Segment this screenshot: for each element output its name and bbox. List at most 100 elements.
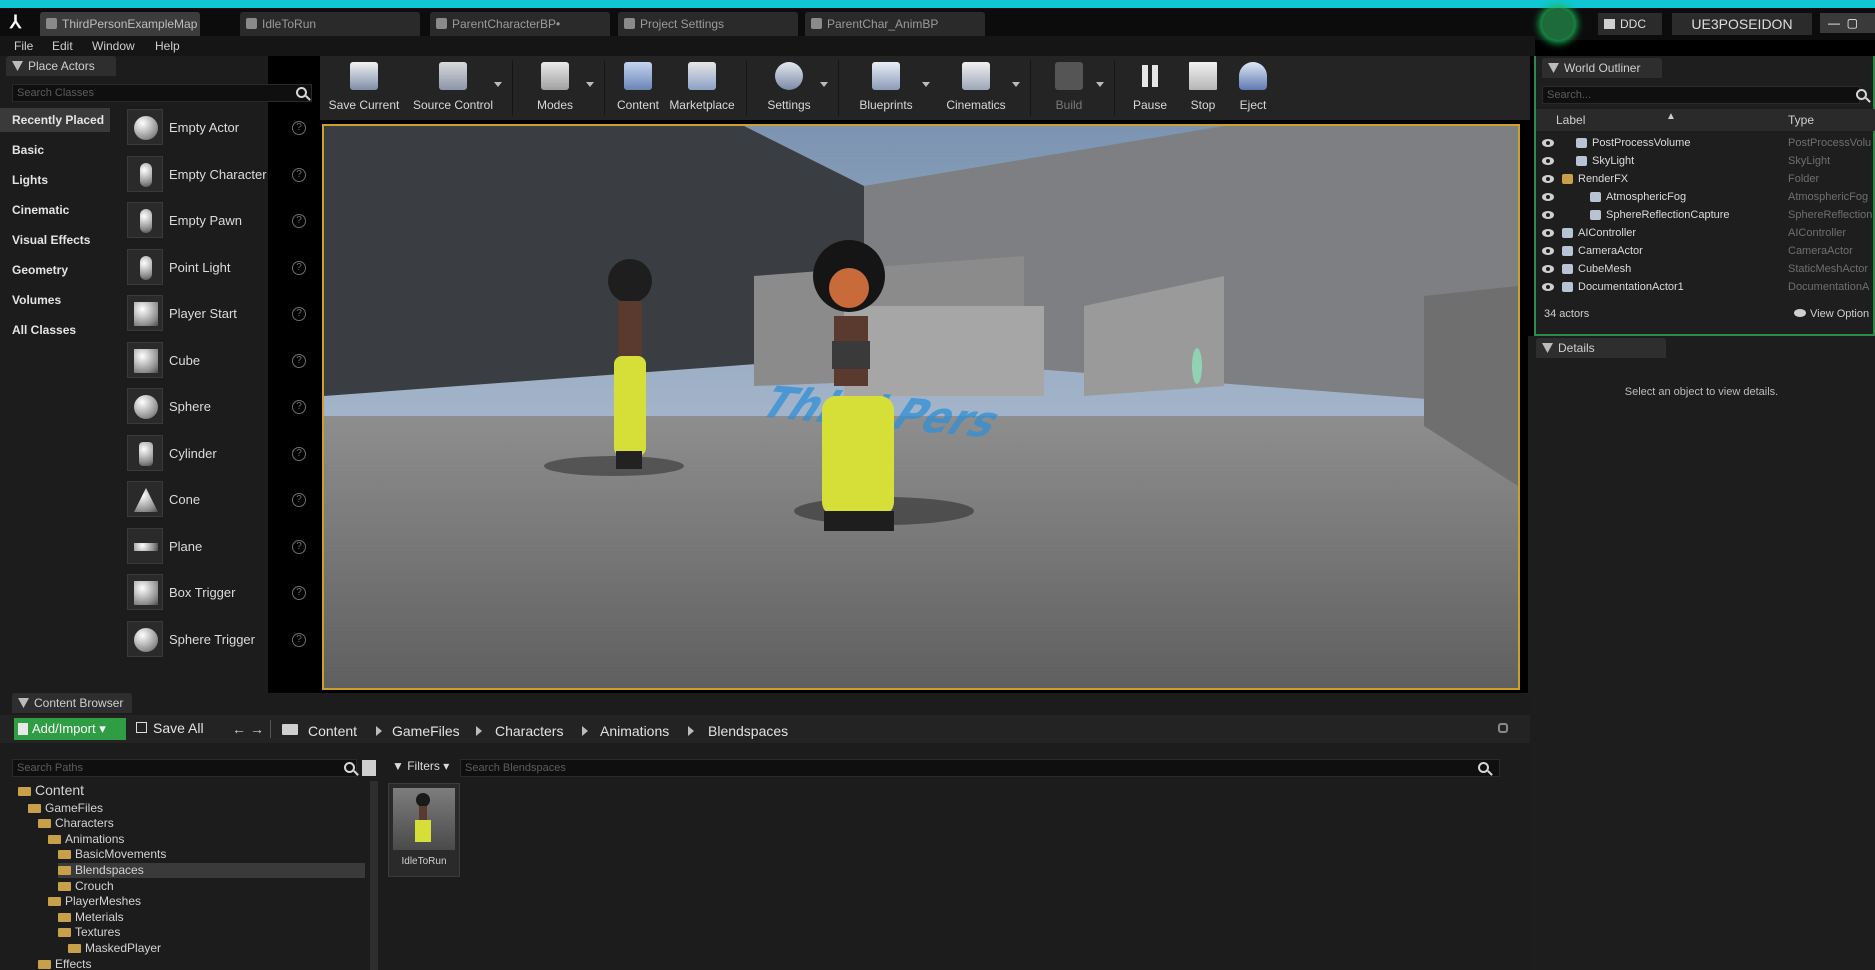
help-icon[interactable]: ? <box>292 214 306 228</box>
actor-item-empty-actor[interactable]: Empty Actor? <box>124 106 312 150</box>
actor-item-cylinder[interactable]: Cylinder? <box>124 432 312 476</box>
tree-folder-characters[interactable]: Characters <box>38 816 365 831</box>
tree-folder-effects[interactable]: Effects <box>38 957 365 970</box>
back-arrow-icon[interactable]: ← <box>232 721 246 737</box>
category-basic[interactable]: Basic <box>0 138 110 162</box>
outliner-row[interactable]: SkyLight SkyLight <box>1536 152 1875 170</box>
help-icon[interactable]: ? <box>292 446 306 461</box>
help-icon[interactable]: ? <box>292 260 306 275</box>
tree-folder-basicmovements[interactable]: BasicMovements <box>58 847 365 862</box>
actor-item-sphere[interactable]: Sphere? <box>124 385 312 429</box>
actor-item-empty-pawn[interactable]: Empty Pawn? <box>124 199 312 243</box>
view-options-button[interactable]: View Option <box>1794 303 1869 325</box>
outliner-row[interactable]: CubeMesh StaticMeshActor <box>1536 260 1875 278</box>
menu-file[interactable]: File <box>14 39 33 53</box>
tab-parent-character-bp[interactable]: ParentCharacterBP• <box>430 12 610 36</box>
menu-edit[interactable]: Edit <box>52 39 73 53</box>
outliner-row[interactable]: RenderFX Folder <box>1536 170 1875 188</box>
search-classes-input[interactable]: Search Classes <box>12 84 312 102</box>
column-type[interactable]: Type <box>1788 113 1814 127</box>
category-cinematic[interactable]: Cinematic <box>0 198 110 222</box>
lock-icon[interactable] <box>1498 723 1508 733</box>
visibility-eye-icon[interactable] <box>1542 265 1554 273</box>
save-all-button[interactable]: Save All <box>136 720 204 736</box>
search-paths-input[interactable]: Search Paths <box>12 759 357 777</box>
help-icon[interactable]: ? <box>292 586 306 600</box>
filters-button[interactable]: ▼ Filters ▾ <box>392 759 449 773</box>
category-lights[interactable]: Lights <box>0 168 110 192</box>
help-icon[interactable]: ? <box>292 632 306 647</box>
tree-folder-content[interactable]: Content <box>18 783 365 798</box>
actor-item-empty-character[interactable]: Empty Character? <box>124 153 312 197</box>
actor-item-player-start[interactable]: Player Start? <box>124 292 312 336</box>
visibility-eye-icon[interactable] <box>1542 157 1554 165</box>
column-label[interactable]: Label <box>1556 113 1585 127</box>
visibility-eye-icon[interactable] <box>1542 247 1554 255</box>
category-recently-placed[interactable]: Recently Placed <box>0 108 110 132</box>
visibility-eye-icon[interactable] <box>1542 139 1554 147</box>
help-icon[interactable]: ? <box>292 400 306 414</box>
tab-project-settings[interactable]: Project Settings <box>618 12 798 36</box>
help-icon[interactable]: ? <box>292 539 306 554</box>
actor-item-cube[interactable]: Cube? <box>124 339 312 383</box>
actor-item-cone[interactable]: Cone? <box>124 478 312 522</box>
settings-button[interactable]: Settings <box>754 56 828 120</box>
outliner-row[interactable]: DocumentationActor1 DocumentationA <box>1536 278 1875 296</box>
world-outliner-tab[interactable]: World Outliner <box>1542 58 1662 78</box>
visibility-eye-icon[interactable] <box>1542 229 1554 237</box>
marketplace-button[interactable]: Marketplace <box>666 56 738 120</box>
help-icon[interactable]: ? <box>292 121 306 135</box>
place-actors-tab[interactable]: Place Actors <box>6 56 116 76</box>
tree-folder-meterials[interactable]: Meterials <box>58 910 365 925</box>
menu-window[interactable]: Window <box>92 39 135 53</box>
tree-folder-maskedplayer[interactable]: MaskedPlayer <box>68 941 365 956</box>
ddc-button[interactable]: DDC <box>1598 13 1662 35</box>
blueprints-button[interactable]: Blueprints <box>846 56 930 120</box>
source-control-button[interactable]: Source Control <box>408 56 502 120</box>
breadcrumb-characters[interactable]: Characters <box>495 723 563 739</box>
eject-button[interactable]: Eject <box>1228 56 1278 120</box>
outliner-row[interactable]: AtmosphericFog AtmosphericFog <box>1536 188 1875 206</box>
tree-folder-animations[interactable]: Animations <box>48 832 365 847</box>
visibility-eye-icon[interactable] <box>1542 175 1554 183</box>
stop-button[interactable]: Stop <box>1178 56 1228 120</box>
help-icon[interactable]: ? <box>292 307 306 321</box>
outliner-row[interactable]: SphereReflectionCapture SphereReflection <box>1536 206 1875 224</box>
tab-third-person-map[interactable]: ThirdPersonExampleMap <box>40 12 200 36</box>
search-assets-input[interactable]: Search Blendspaces <box>460 759 1500 777</box>
outliner-row[interactable]: PostProcessVolume PostProcessVolu <box>1536 134 1875 152</box>
pause-button[interactable]: Pause <box>1122 56 1178 120</box>
tree-folder-playermeshes[interactable]: PlayerMeshes <box>48 894 365 909</box>
visibility-eye-icon[interactable] <box>1542 193 1554 201</box>
breadcrumb-content[interactable]: Content <box>308 723 357 739</box>
breadcrumb-gamefiles[interactable]: GameFiles <box>392 723 460 739</box>
breadcrumb-animations[interactable]: Animations <box>600 723 669 739</box>
category-geometry[interactable]: Geometry <box>0 258 110 282</box>
content-button[interactable]: Content <box>610 56 666 120</box>
forward-arrow-icon[interactable]: → <box>250 721 264 737</box>
tree-scrollbar[interactable] <box>370 781 378 970</box>
help-icon[interactable]: ? <box>292 167 306 182</box>
outliner-row[interactable]: AIController AIController <box>1536 224 1875 242</box>
visibility-eye-icon[interactable] <box>1542 211 1554 219</box>
help-icon[interactable]: ? <box>292 493 306 507</box>
source-control-status-icon[interactable] <box>1542 8 1574 40</box>
actor-item-box-trigger[interactable]: Box Trigger? <box>124 571 312 615</box>
category-volumes[interactable]: Volumes <box>0 288 110 312</box>
window-controls[interactable]: — ▢ <box>1820 13 1875 33</box>
actor-item-sphere-trigger[interactable]: Sphere Trigger? <box>124 618 312 662</box>
asset-tile[interactable]: IdleToRun <box>388 783 460 877</box>
content-browser-tab[interactable]: Content Browser <box>12 693 132 713</box>
actor-item-plane[interactable]: Plane? <box>124 525 312 569</box>
actor-item-point-light[interactable]: Point Light? <box>124 246 312 290</box>
breadcrumb-blendspaces[interactable]: Blendspaces <box>708 723 788 739</box>
details-tab[interactable]: Details <box>1536 338 1666 358</box>
modes-button[interactable]: Modes <box>520 56 594 120</box>
menu-help[interactable]: Help <box>155 39 180 53</box>
level-viewport[interactable]: Third Pers <box>322 124 1520 690</box>
tree-folder-textures[interactable]: Textures <box>58 925 365 940</box>
tab-parent-char-animbp[interactable]: ParentChar_AnimBP <box>805 12 985 36</box>
visibility-eye-icon[interactable] <box>1542 283 1554 291</box>
save-current-button[interactable]: Save Current <box>328 56 400 120</box>
tree-folder-crouch[interactable]: Crouch <box>58 879 365 894</box>
